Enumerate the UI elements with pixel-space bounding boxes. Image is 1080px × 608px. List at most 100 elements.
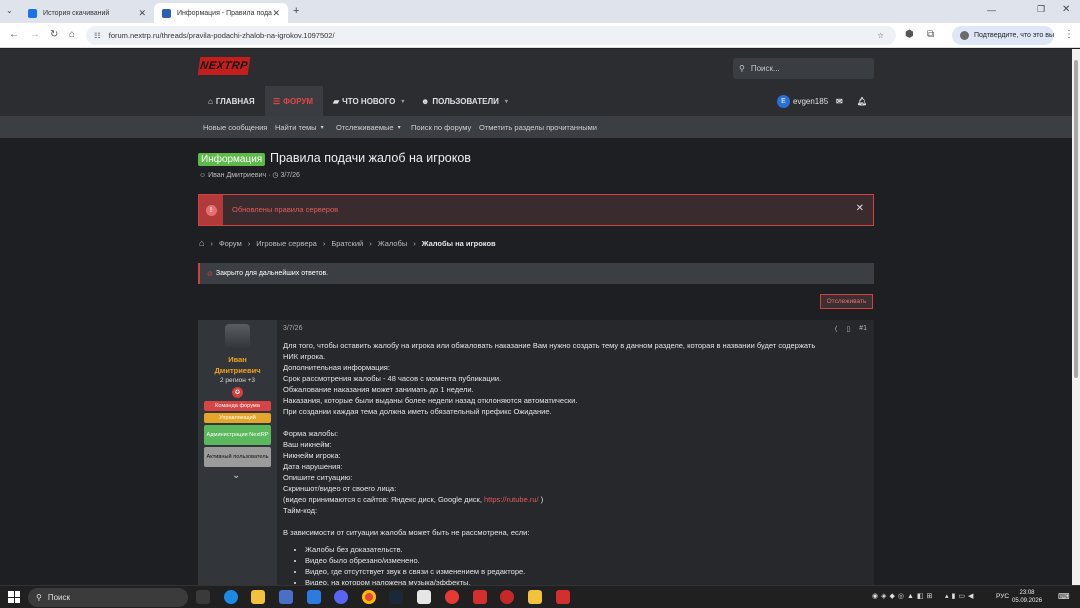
back-icon[interactable]: ← [9, 29, 19, 40]
user-badge: Команда форума [204, 401, 271, 411]
chrome-icon[interactable] [362, 590, 376, 604]
site-header: NEXTRP ⚲ Поиск... [0, 49, 1072, 86]
close-tab-icon[interactable]: ✕ [272, 8, 280, 19]
site-info-icon[interactable]: ☷ [94, 31, 101, 40]
user-avatar: E [777, 94, 790, 108]
edge-icon[interactable] [224, 590, 238, 604]
breadcrumb-item[interactable]: Форум [219, 239, 242, 248]
task-view-icon[interactable] [196, 590, 210, 604]
clock[interactable]: 23:08 05.09.2026 [1012, 589, 1042, 605]
bell-icon[interactable]: 🔔︎ [857, 86, 867, 116]
breadcrumb-item[interactable]: Братский [331, 239, 363, 248]
thread-author[interactable]: Иван Дмитриевич [208, 172, 266, 179]
subnav-search-forums[interactable]: Поиск по форуму [411, 116, 471, 138]
tab-downloads[interactable]: История скачиваний ✕ [20, 3, 154, 23]
post-user-name[interactable]: Иван [198, 355, 277, 364]
close-window-button[interactable]: ✕ [1062, 4, 1070, 15]
minimize-button[interactable]: — [987, 5, 996, 15]
url-field[interactable]: ☷ forum.nextrp.ru/threads/pravila-podach… [86, 26, 896, 45]
yandex-icon[interactable] [473, 590, 487, 604]
reject-list: Жалобы без доказательств. Видео было обр… [283, 544, 868, 585]
document-icon[interactable] [417, 590, 431, 604]
profile-confirm-button[interactable]: Подтвердите, что это вы [952, 26, 1054, 45]
post-actions: ⟨ ▯ #1 [835, 325, 867, 333]
home-icon[interactable]: ⌂ [69, 29, 75, 40]
subnav-find-threads[interactable]: Найти темы ▾ [275, 116, 324, 138]
avatar[interactable] [225, 324, 250, 350]
notification-icon[interactable]: ⌨ [1058, 592, 1070, 601]
maximize-button[interactable]: ❐ [1037, 4, 1045, 15]
steam-icon[interactable] [389, 590, 403, 604]
tab-search-icon[interactable]: ⌄ [6, 6, 13, 15]
extension-icon[interactable]: ⬢ [905, 29, 914, 40]
scrollbar-thumb[interactable] [1074, 60, 1078, 378]
language-indicator[interactable]: РУС [996, 593, 1009, 600]
post-line: Срок рассмотрения жалобы - 48 часов с мо… [283, 374, 502, 383]
nav-whats-new[interactable]: ▰ ЧТО НОВОГО ▾ [333, 86, 404, 116]
breadcrumb-current[interactable]: Жалобы на игроков [422, 239, 496, 248]
inbox-icon[interactable]: ✉ [836, 86, 843, 116]
nav-forums[interactable]: ☰ ФОРУМ [265, 86, 323, 116]
post-line: Никнейм игрока: [283, 451, 341, 460]
nav-members-label: ПОЛЬЗОВАТЕЛИ [432, 96, 499, 106]
discord-icon[interactable] [334, 590, 348, 604]
thread-meta: ☺ Иван Дмитриевич · ◷ 3/7/26 [199, 172, 300, 179]
post-line: НИК игрока. [283, 352, 326, 361]
page-title: Правила подачи жалоб на игроков [270, 151, 471, 165]
post-date[interactable]: 3/7/26 [283, 325, 302, 332]
clock-icon: ◷ [272, 172, 279, 179]
breadcrumb-item[interactable]: Жалобы [378, 239, 408, 248]
tray-icons[interactable]: ◉◈◆◎▲◧⊞ [872, 592, 935, 600]
post-line: Скриншот/видео от своего лица: [283, 484, 397, 493]
home-icon: ⌂ [208, 96, 213, 106]
chevron-right-icon: › [369, 238, 372, 248]
app-icon-red[interactable] [556, 590, 570, 604]
close-tab-icon[interactable]: ✕ [138, 8, 146, 19]
system-icons[interactable]: ▴▮▭◀ [945, 592, 976, 600]
thread-date: 3/7/26 [280, 172, 300, 179]
nav-members[interactable]: ☻ ПОЛЬЗОВАТЕЛИ ▾ [421, 86, 508, 116]
subnav-mark-read[interactable]: Отметить разделы прочитанными [479, 116, 597, 138]
close-icon[interactable]: ✕ [856, 203, 864, 214]
chevron-right-icon: › [210, 238, 213, 248]
opera-icon[interactable] [500, 590, 514, 604]
share-icon[interactable]: ⟨ [835, 325, 838, 333]
search-icon: ⚲ [739, 64, 745, 73]
chevron-down-icon[interactable]: ⌄ [232, 470, 240, 481]
tab-active[interactable]: Информация - Правила пода ✕ [154, 3, 288, 23]
post-user-name-2[interactable]: Дмитриевич [198, 366, 277, 375]
mail-icon[interactable] [307, 590, 321, 604]
video-suffix: ) [538, 495, 544, 504]
bookmark-star-icon[interactable]: ☆ [877, 31, 884, 40]
subnav-watched[interactable]: Отслеживаемые ▾ [336, 116, 401, 138]
post-number[interactable]: #1 [859, 325, 867, 333]
forward-icon[interactable]: → [30, 29, 40, 40]
site-logo[interactable]: NEXTRP [197, 57, 251, 75]
subnav-new-posts[interactable]: Новые сообщения [203, 116, 267, 138]
menu-dots-icon[interactable]: ⋮ [1064, 29, 1074, 40]
user-menu[interactable]: E evgen185 [777, 86, 828, 116]
file-explorer-icon[interactable] [251, 590, 265, 604]
home-icon[interactable]: ⌂ [199, 238, 204, 248]
main-nav: ⌂ ГЛАВНАЯ ☰ ФОРУМ ▰ ЧТО НОВОГО ▾ ☻ ПОЛЬЗОВАТЕ… [0, 86, 1072, 116]
confirm-label: Подтвердите, что это вы [974, 32, 1054, 39]
post-line: Обжалование наказания может занимать до … [283, 385, 474, 394]
rutube-link[interactable]: https://rutube.ru/ [484, 495, 539, 504]
taskbar-search[interactable]: ⚲ Поиск [28, 588, 188, 607]
extensions-puzzle-icon[interactable]: ⧉ [927, 29, 934, 40]
url-text: forum.nextrp.ru/threads/pravila-podachi-… [108, 31, 335, 40]
store-icon[interactable] [279, 590, 293, 604]
chevron-down-icon: ▾ [504, 98, 508, 105]
start-button[interactable] [8, 591, 20, 603]
new-tab-button[interactable]: + [293, 5, 299, 17]
lock-icon: ⊘ [207, 270, 213, 278]
app-icon[interactable] [528, 590, 542, 604]
nav-home[interactable]: ⌂ ГЛАВНАЯ [208, 86, 255, 116]
breadcrumb-item[interactable]: Игровые сервера [256, 239, 317, 248]
search-input[interactable]: ⚲ Поиск... [733, 58, 874, 79]
reload-icon[interactable]: ↻ [50, 29, 58, 40]
user-name: evgen185 [793, 96, 829, 106]
bookmark-icon[interactable]: ▯ [846, 325, 850, 333]
follow-button[interactable]: Отслеживать [820, 294, 873, 309]
yandex-browser-icon[interactable] [445, 590, 459, 604]
